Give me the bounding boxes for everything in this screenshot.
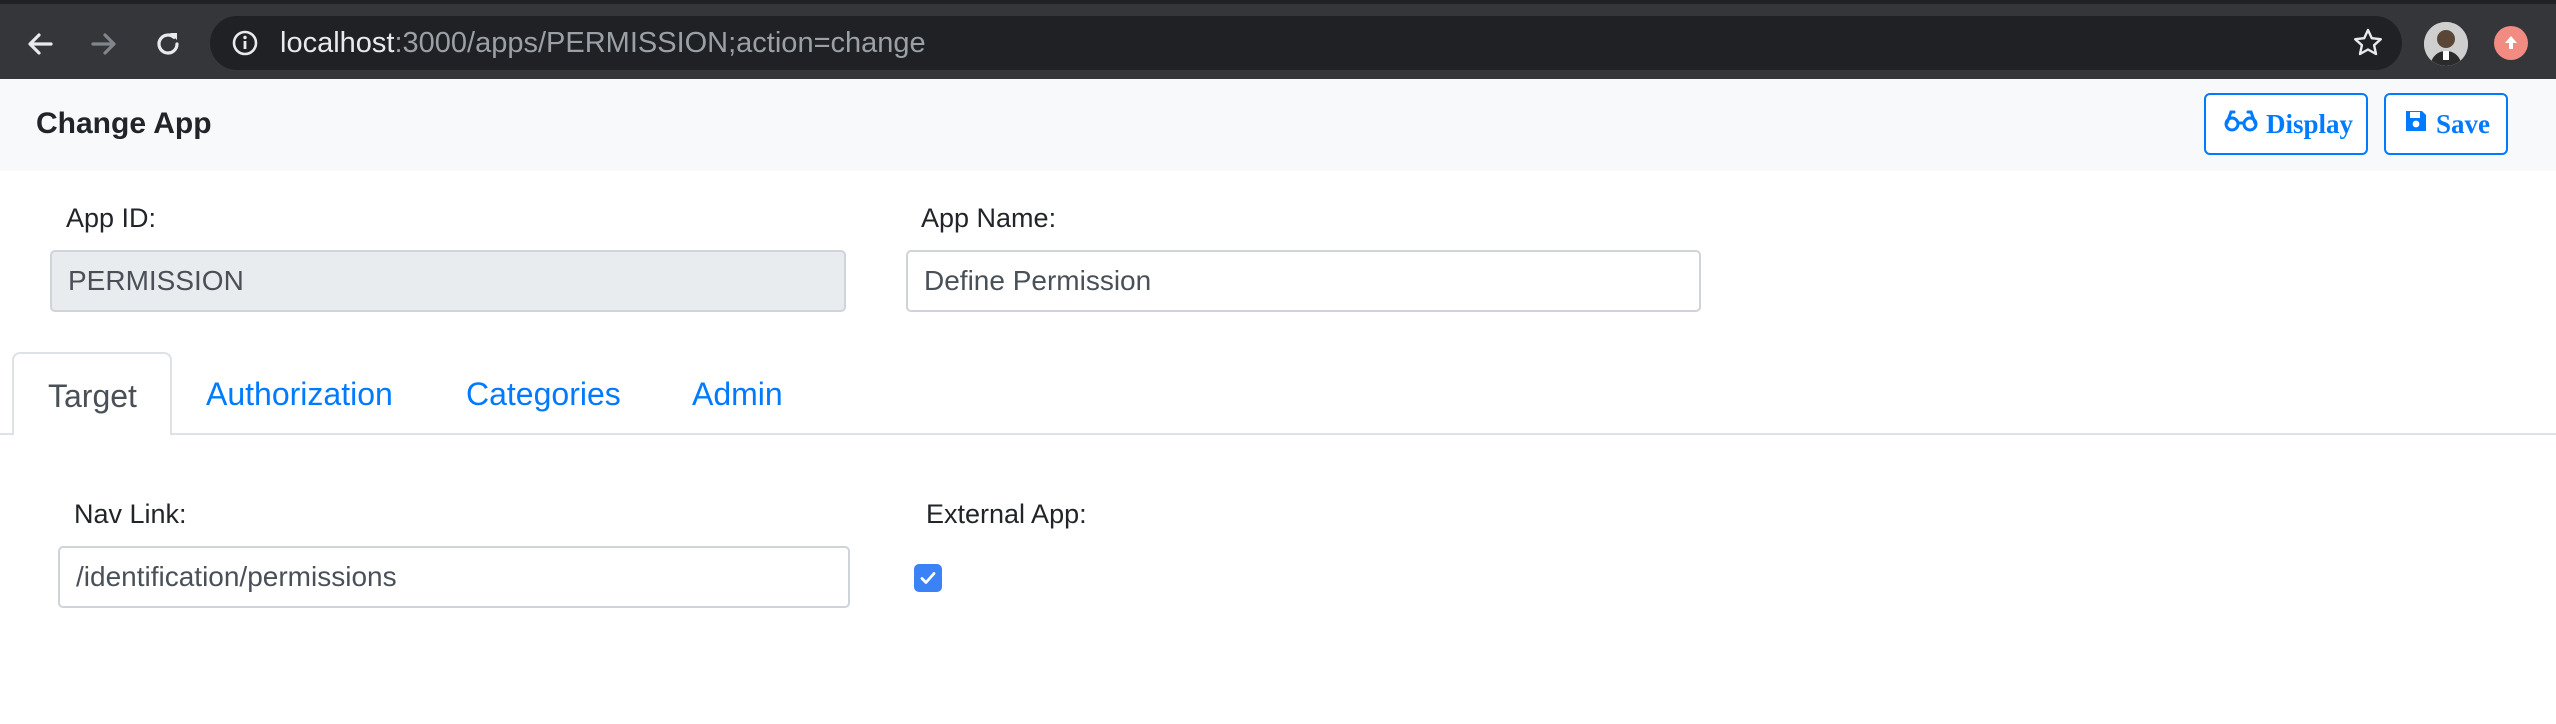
url-text[interactable]: localhost:3000/apps/PERMISSION;action=ch… (280, 16, 926, 70)
tab-categories[interactable]: Categories (432, 352, 655, 436)
tab-target[interactable]: Target (12, 352, 172, 436)
check-icon (920, 572, 936, 584)
reload-icon[interactable] (146, 22, 190, 66)
back-icon[interactable] (18, 22, 62, 66)
tab-authorization[interactable]: Authorization (172, 352, 427, 436)
display-button[interactable]: Display (2204, 93, 2368, 155)
external-app-label: External App: (926, 499, 1087, 529)
info-icon[interactable] (230, 28, 260, 63)
page-title: Change App (36, 107, 212, 140)
save-button[interactable]: Save (2384, 93, 2508, 155)
nav-link-input[interactable]: /identification/permissions (58, 546, 850, 608)
display-button-label: Display (2266, 108, 2354, 139)
save-button-label: Save (2436, 108, 2490, 139)
tab-admin[interactable]: Admin (658, 352, 817, 436)
app-header: Change App Display Save (0, 79, 2556, 171)
app-id-field: PERMISSION (50, 250, 846, 312)
app-name-input[interactable]: Define Permission (906, 250, 1701, 312)
glasses-icon (2224, 109, 2258, 140)
save-icon (2404, 109, 2428, 140)
external-app-checkbox[interactable] (914, 564, 942, 592)
app-name-label: App Name: (921, 203, 1057, 233)
star-icon[interactable] (2352, 27, 2384, 64)
browser-toolbar: localhost:3000/apps/PERMISSION;action=ch… (0, 0, 2556, 79)
address-bar[interactable]: localhost:3000/apps/PERMISSION;action=ch… (210, 16, 2402, 70)
app-id-label: App ID: (66, 203, 157, 233)
extension-icon[interactable] (2494, 26, 2528, 60)
profile-avatar[interactable] (2424, 22, 2468, 66)
forward-icon[interactable] (82, 22, 126, 66)
nav-link-label: Nav Link: (74, 499, 187, 529)
